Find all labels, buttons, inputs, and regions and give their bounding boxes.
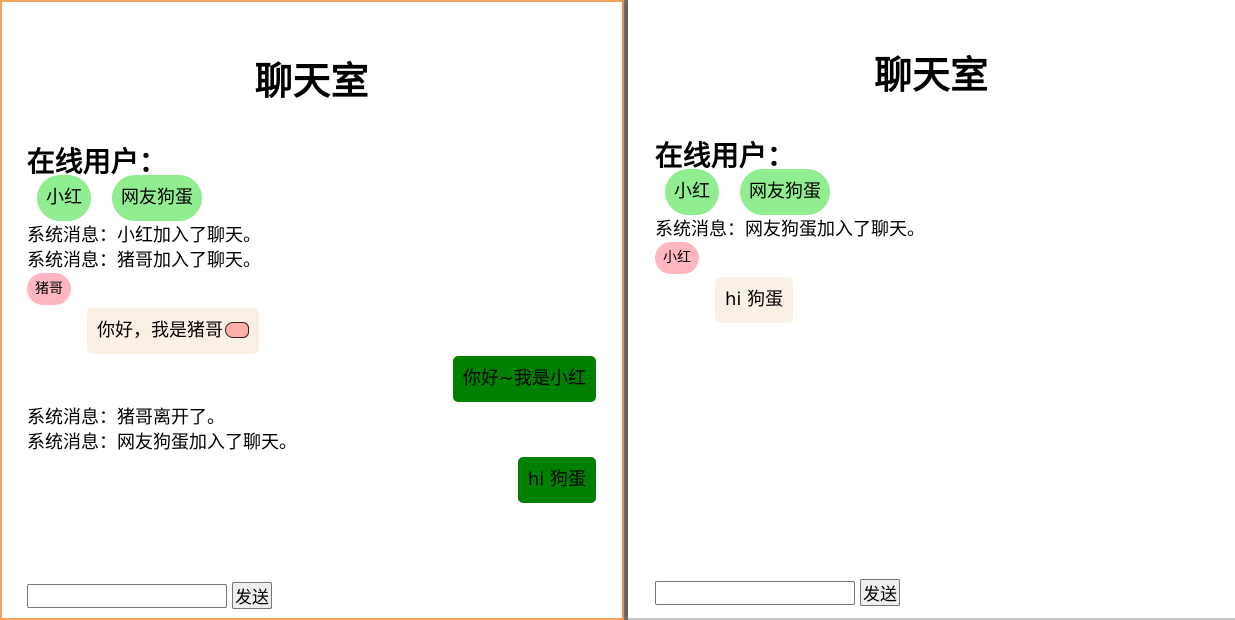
incoming-message-row: hi 狗蛋 bbox=[655, 277, 1209, 323]
page-title: 聊天室 bbox=[874, 53, 989, 97]
pig-icon bbox=[225, 322, 249, 338]
online-users-list: 小红 网友狗蛋 bbox=[37, 175, 202, 221]
incoming-message-bubble: 你好，我是猪哥 bbox=[87, 308, 259, 354]
message-list: 系统消息：网友狗蛋加入了聊天。 小红 hi 狗蛋 bbox=[655, 217, 1209, 323]
online-user-pill: 小红 bbox=[37, 175, 91, 221]
send-button[interactable]: 发送 bbox=[860, 579, 900, 606]
page-title: 聊天室 bbox=[254, 59, 369, 103]
system-message: 系统消息：网友狗蛋加入了聊天。 bbox=[655, 219, 925, 240]
message-composer: 发送 bbox=[27, 582, 272, 609]
system-message: 系统消息：网友狗蛋加入了聊天。 bbox=[27, 432, 297, 453]
send-button[interactable]: 发送 bbox=[232, 582, 272, 609]
online-user-pill: 网友狗蛋 bbox=[112, 175, 202, 221]
sender-badge: 小红 bbox=[655, 242, 699, 274]
message-input[interactable] bbox=[27, 583, 227, 608]
message-input[interactable] bbox=[655, 580, 855, 605]
online-users-heading: 在线用户： bbox=[27, 145, 168, 178]
system-message: 系统消息：猪哥离开了。 bbox=[27, 407, 225, 428]
online-user-pill: 网友狗蛋 bbox=[740, 169, 830, 215]
chat-window-left: 聊天室 在线用户： 小红 网友狗蛋 系统消息：小红加入了聊天。 系统消息：猪哥加… bbox=[0, 0, 624, 620]
online-users-heading: 在线用户： bbox=[655, 139, 796, 172]
message-composer: 发送 bbox=[655, 579, 900, 606]
sender-badge: 猪哥 bbox=[27, 273, 71, 305]
online-user-pill: 小红 bbox=[665, 169, 719, 215]
system-message: 系统消息：小红加入了聊天。 bbox=[27, 225, 261, 246]
incoming-message-bubble: hi 狗蛋 bbox=[715, 277, 794, 323]
incoming-message-text: 你好，我是猪哥 bbox=[97, 320, 223, 341]
online-users-list: 小红 网友狗蛋 bbox=[665, 169, 830, 215]
outgoing-message-row: hi 狗蛋 bbox=[27, 457, 596, 503]
outgoing-message-row: 你好~我是小红 bbox=[27, 356, 596, 402]
incoming-message-row: 你好，我是猪哥 bbox=[27, 308, 596, 354]
outgoing-message-bubble: 你好~我是小红 bbox=[452, 356, 596, 402]
system-message: 系统消息：猪哥加入了聊天。 bbox=[27, 250, 261, 271]
outgoing-message-bubble: hi 狗蛋 bbox=[517, 457, 596, 503]
message-list: 系统消息：小红加入了聊天。 系统消息：猪哥加入了聊天。 猪哥 你好，我是猪哥 你… bbox=[27, 223, 596, 503]
sender-row: 小红 bbox=[655, 242, 1209, 274]
sender-row: 猪哥 bbox=[27, 273, 596, 305]
chat-window-right: 聊天室 在线用户： 小红 网友狗蛋 系统消息：网友狗蛋加入了聊天。 小红 hi … bbox=[628, 0, 1235, 620]
